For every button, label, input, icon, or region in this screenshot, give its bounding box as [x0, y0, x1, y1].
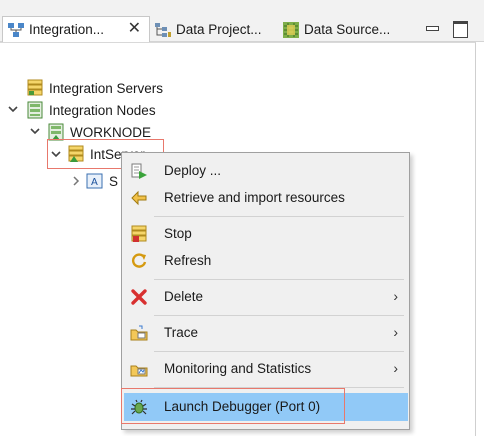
menu-separator — [154, 279, 404, 280]
svg-text:A: A — [91, 177, 98, 188]
application-icon: A — [86, 173, 103, 189]
tree-item-label: Integration Servers — [49, 80, 164, 96]
menu-item-monitoring[interactable]: Monitoring and Statistics › — [124, 355, 408, 383]
menu-item-trace[interactable]: Trace › — [124, 319, 408, 347]
view-tab-bar: Integration... ✕ Data Project... Data So… — [0, 0, 484, 42]
tree-item-label: S — [109, 173, 119, 189]
chevron-right-icon: › — [393, 360, 398, 376]
data-project-icon — [155, 22, 171, 37]
maximize-icon[interactable] — [452, 20, 468, 38]
retrieve-icon — [131, 190, 147, 206]
integration-explorer-icon — [8, 22, 24, 37]
menu-item-delete[interactable]: Delete › — [124, 283, 408, 311]
menu-item-label: Retrieve and import resources — [164, 190, 345, 205]
tree-item-label: WORKNODE — [70, 124, 151, 140]
menu-item-deploy[interactable]: Deploy ... — [124, 157, 408, 185]
chevron-down-icon[interactable] — [8, 104, 18, 114]
stop-server-icon — [131, 225, 147, 242]
tab-label: Data Source... — [304, 22, 391, 37]
chevron-right-icon[interactable] — [71, 176, 81, 186]
menu-item-label: Refresh — [164, 253, 212, 268]
tab-data-project[interactable]: Data Project... — [154, 17, 262, 42]
tab-label: Data Project... — [176, 22, 262, 37]
data-source-icon — [283, 21, 299, 38]
close-icon[interactable]: ✕ — [128, 21, 141, 37]
chevron-right-icon: › — [393, 288, 398, 304]
trace-icon — [130, 325, 148, 341]
menu-item-label: Stop — [164, 226, 192, 241]
monitoring-icon — [130, 365, 148, 377]
menu-item-retrieve[interactable]: Retrieve and import resources — [124, 184, 408, 212]
tree-item-integration-nodes[interactable]: Integration Nodes — [26, 99, 156, 121]
menu-item-label: Deploy ... — [164, 163, 222, 178]
tree-item-application[interactable]: A S — [86, 170, 118, 192]
node-icon — [27, 101, 43, 119]
tab-integration-explorer[interactable]: Integration... ✕ — [2, 16, 150, 42]
refresh-icon — [131, 253, 147, 268]
menu-separator — [154, 315, 404, 316]
menu-separator — [154, 351, 404, 352]
menu-item-label: Monitoring and Statistics — [164, 361, 312, 376]
menu-item-stop[interactable]: Stop — [124, 220, 408, 248]
server-icon — [27, 79, 43, 96]
tab-label: Integration... — [29, 22, 105, 37]
minimize-icon[interactable] — [424, 20, 440, 36]
tab-data-source[interactable]: Data Source... — [282, 17, 390, 42]
tree-item-label: Integration Nodes — [49, 102, 156, 118]
menu-item-label: Delete — [164, 289, 204, 304]
chevron-right-icon: › — [393, 324, 398, 340]
tree-item-integration-servers[interactable]: Integration Servers — [26, 77, 163, 99]
chevron-down-icon[interactable] — [30, 126, 40, 136]
menu-item-refresh[interactable]: Refresh — [124, 247, 408, 275]
deploy-icon — [131, 163, 147, 179]
menu-item-label: Trace — [164, 325, 199, 340]
menu-separator — [154, 216, 404, 217]
highlight-box — [121, 388, 345, 424]
delete-icon — [131, 289, 147, 305]
